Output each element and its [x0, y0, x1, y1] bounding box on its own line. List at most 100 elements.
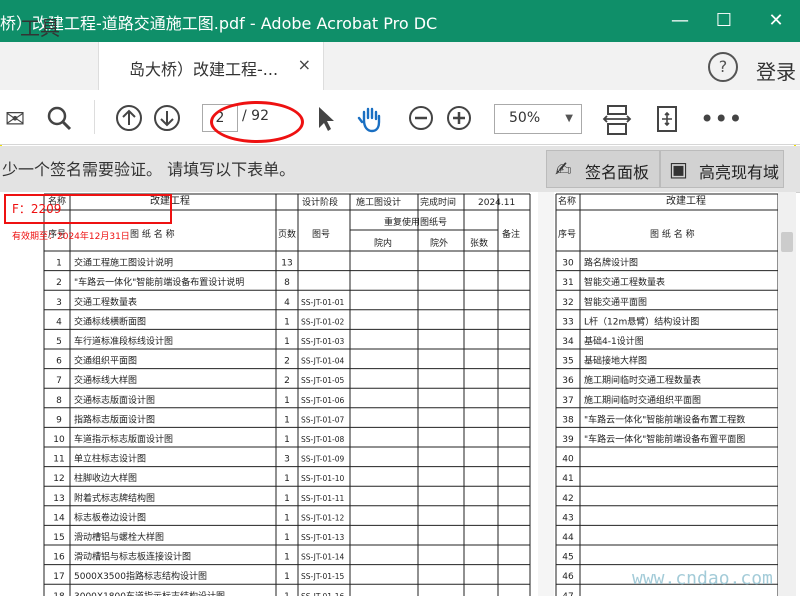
right-row-name: 施工期间临时交通组织平面图: [584, 394, 701, 406]
chevron-down-icon: ▼: [565, 113, 573, 124]
row-pages: 13: [281, 259, 292, 269]
row-name: 交通工程数量表: [74, 296, 137, 308]
row-name: 单立柱标志设计图: [74, 453, 146, 465]
select-cursor-icon[interactable]: [310, 104, 340, 134]
zoom-out-icon[interactable]: [406, 104, 436, 134]
row-pages: 1: [284, 435, 290, 445]
vertical-scrollbar[interactable]: [778, 192, 796, 596]
header-col-2: 页数: [278, 228, 296, 240]
next-page-icon[interactable]: [152, 104, 182, 134]
mail-icon[interactable]: ✉: [0, 104, 30, 134]
row-name: 车行道标准段标线设计图: [74, 335, 173, 347]
tab-tools[interactable]: 工具: [20, 12, 60, 41]
row-no: 2: [56, 278, 62, 288]
stamp-right-text: 有效期至：2024年12月31日: [12, 232, 130, 242]
header-col-5: 院外: [430, 237, 448, 249]
more-options-icon[interactable]: •••: [700, 104, 742, 134]
tab-document[interactable]: 岛大桥）改建工程-... ×: [98, 42, 324, 90]
full-screen-icon[interactable]: [652, 104, 682, 134]
zoom-select[interactable]: 50% ▼: [494, 104, 582, 134]
row-name: 滑动槽铝与标志板连接设计图: [74, 551, 191, 563]
right-row-no: 47: [562, 592, 573, 596]
row-code: SS-JT-01-16: [301, 592, 344, 596]
finish-value: 2024.11: [478, 198, 515, 208]
search-icon[interactable]: [44, 104, 74, 134]
row-name: 交通标线横断面图: [74, 315, 146, 327]
right-no-label: 序号: [558, 228, 576, 240]
row-name: 5000X3500指路标志结构设计图: [74, 570, 207, 582]
right-name-label: 图 纸 名 称: [650, 228, 695, 240]
highlight-fields-label: 高亮现有域: [699, 163, 780, 182]
signature-panel-button[interactable]: ✍ 签名面板: [546, 150, 660, 188]
row-name: 交通标志版面设计图: [74, 394, 155, 406]
right-row-no: 46: [562, 572, 574, 582]
row-pages: 1: [284, 474, 290, 484]
stage-label: 设计阶段: [302, 196, 338, 208]
row-pages: 1: [284, 337, 290, 347]
right-row-no: 37: [562, 396, 573, 406]
row-no: 5: [56, 337, 62, 347]
right-row-name: 路名牌设计图: [584, 257, 638, 269]
red-annotation-circle: [210, 101, 304, 143]
header-col-6: 张数: [470, 237, 488, 249]
row-name: 柱脚收边大样图: [74, 472, 137, 484]
row-no: 17: [53, 572, 64, 582]
row-pages: 2: [284, 376, 290, 386]
minimize-button[interactable]: —: [656, 0, 704, 42]
right-page: [554, 192, 778, 596]
row-no: 7: [56, 376, 62, 386]
fit-width-icon[interactable]: [602, 104, 632, 135]
row-pages: 4: [284, 298, 290, 308]
close-tab-icon[interactable]: ×: [298, 55, 311, 74]
right-row-name: 施工期间临时交通工程数量表: [584, 374, 701, 386]
maximize-button[interactable]: ☐: [700, 0, 748, 42]
row-name: "车路云一体化"智能前端设备布置设计说明: [74, 276, 244, 288]
row-name: 交通标线大样图: [74, 374, 137, 386]
row-no: 13: [53, 494, 64, 504]
scrollbar-thumb[interactable]: [781, 232, 793, 252]
row-code: SS-JT-01-13: [301, 533, 344, 542]
close-window-button[interactable]: ✕: [752, 0, 800, 42]
header-col-7: 备注: [502, 228, 520, 240]
row-code: SS-JT-01-02: [301, 317, 344, 326]
row-name: 滑动槽铝与螺栓大样图: [74, 531, 164, 543]
right-row-no: 40: [562, 455, 574, 465]
right-row-no: 43: [562, 513, 573, 523]
right-row-no: 41: [562, 474, 573, 484]
right-row-name: L杆（12m悬臂）结构设计图: [584, 315, 699, 327]
right-row-no: 30: [562, 259, 574, 269]
header-col-4: 院内: [374, 237, 392, 249]
window-title: 桥）改建工程-道路交通施工图.pdf - Adobe Acrobat Pro D…: [0, 14, 438, 33]
previous-page-icon[interactable]: [114, 104, 144, 134]
right-project-label: 名称: [558, 195, 576, 207]
header-col-1: 图 纸 名 称: [130, 228, 175, 240]
row-pages: 3: [284, 455, 290, 465]
help-icon[interactable]: ?: [708, 52, 738, 82]
hand-tool-icon[interactable]: [356, 104, 386, 134]
zoom-in-icon[interactable]: [444, 104, 474, 134]
row-code: SS-JT-01-11: [301, 494, 344, 503]
row-no: 4: [56, 317, 62, 327]
row-pages: 1: [284, 396, 290, 406]
right-row-no: 39: [562, 435, 574, 445]
stamp-left-text: F：2209: [12, 202, 62, 216]
document-view[interactable]: 名称 改建工程 设计阶段 施工图设计 完成时间 2024.11 重复使用图纸号 序号 图 纸 名…: [0, 192, 778, 596]
row-code: SS-JT-01-10: [301, 474, 344, 483]
right-row-no: 36: [562, 376, 574, 386]
red-stamp: F：2209 有效期至：2024年12月31日: [4, 194, 172, 242]
row-pages: 1: [284, 553, 290, 563]
login-button[interactable]: 登录: [756, 56, 796, 85]
row-pages: 1: [284, 513, 290, 523]
right-row-no: 44: [562, 533, 574, 543]
highlight-fields-button[interactable]: ▣ 高亮现有域: [660, 150, 784, 188]
header-col-3: 图号: [312, 229, 330, 240]
row-no: 1: [56, 259, 62, 269]
right-row-no: 42: [562, 494, 573, 504]
zoom-value: 50%: [509, 110, 541, 126]
row-no: 9: [56, 415, 62, 425]
right-row-no: 32: [562, 298, 573, 308]
watermark-text: www.cndao.com: [632, 568, 773, 589]
row-code: SS-JT-01-14: [301, 553, 344, 562]
row-code: SS-JT-01-01: [301, 298, 344, 307]
row-pages: 1: [284, 592, 290, 596]
